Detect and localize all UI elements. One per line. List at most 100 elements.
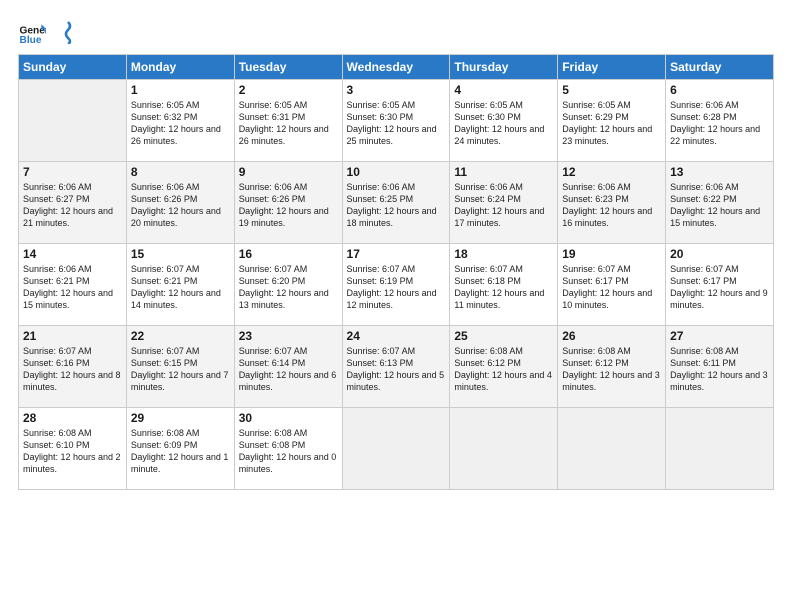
day-number: 3 <box>347 83 446 97</box>
day-cell: 18 Sunrise: 6:07 AMSunset: 6:18 PMDaylig… <box>450 244 558 326</box>
logo-wave-icon <box>54 20 72 44</box>
day-info: Sunrise: 6:07 AMSunset: 6:16 PMDaylight:… <box>23 345 122 394</box>
day-number: 16 <box>239 247 338 261</box>
day-cell <box>342 408 450 490</box>
day-number: 22 <box>131 329 230 343</box>
day-number: 28 <box>23 411 122 425</box>
day-info: Sunrise: 6:07 AMSunset: 6:21 PMDaylight:… <box>131 263 230 312</box>
day-cell <box>666 408 774 490</box>
day-cell: 4 Sunrise: 6:05 AMSunset: 6:30 PMDayligh… <box>450 80 558 162</box>
day-info: Sunrise: 6:05 AMSunset: 6:30 PMDaylight:… <box>347 99 446 148</box>
col-header-wednesday: Wednesday <box>342 55 450 80</box>
day-cell: 10 Sunrise: 6:06 AMSunset: 6:25 PMDaylig… <box>342 162 450 244</box>
day-cell <box>19 80 127 162</box>
day-number: 11 <box>454 165 553 179</box>
day-number: 30 <box>239 411 338 425</box>
logo-icon: General Blue <box>18 18 46 46</box>
day-info: Sunrise: 6:07 AMSunset: 6:15 PMDaylight:… <box>131 345 230 394</box>
header-row: SundayMondayTuesdayWednesdayThursdayFrid… <box>19 55 774 80</box>
day-info: Sunrise: 6:07 AMSunset: 6:14 PMDaylight:… <box>239 345 338 394</box>
day-info: Sunrise: 6:07 AMSunset: 6:20 PMDaylight:… <box>239 263 338 312</box>
day-info: Sunrise: 6:06 AMSunset: 6:25 PMDaylight:… <box>347 181 446 230</box>
day-number: 13 <box>670 165 769 179</box>
day-cell: 30 Sunrise: 6:08 AMSunset: 6:08 PMDaylig… <box>234 408 342 490</box>
day-number: 1 <box>131 83 230 97</box>
week-row-2: 7 Sunrise: 6:06 AMSunset: 6:27 PMDayligh… <box>19 162 774 244</box>
day-number: 15 <box>131 247 230 261</box>
day-number: 18 <box>454 247 553 261</box>
day-number: 14 <box>23 247 122 261</box>
day-cell <box>450 408 558 490</box>
day-number: 25 <box>454 329 553 343</box>
day-number: 23 <box>239 329 338 343</box>
day-cell: 24 Sunrise: 6:07 AMSunset: 6:13 PMDaylig… <box>342 326 450 408</box>
week-row-4: 21 Sunrise: 6:07 AMSunset: 6:16 PMDaylig… <box>19 326 774 408</box>
day-info: Sunrise: 6:06 AMSunset: 6:26 PMDaylight:… <box>131 181 230 230</box>
day-number: 9 <box>239 165 338 179</box>
week-row-5: 28 Sunrise: 6:08 AMSunset: 6:10 PMDaylig… <box>19 408 774 490</box>
day-info: Sunrise: 6:08 AMSunset: 6:08 PMDaylight:… <box>239 427 338 476</box>
day-cell <box>558 408 666 490</box>
day-number: 8 <box>131 165 230 179</box>
day-info: Sunrise: 6:06 AMSunset: 6:26 PMDaylight:… <box>239 181 338 230</box>
day-cell: 13 Sunrise: 6:06 AMSunset: 6:22 PMDaylig… <box>666 162 774 244</box>
day-cell: 6 Sunrise: 6:06 AMSunset: 6:28 PMDayligh… <box>666 80 774 162</box>
day-number: 5 <box>562 83 661 97</box>
week-row-1: 1 Sunrise: 6:05 AMSunset: 6:32 PMDayligh… <box>19 80 774 162</box>
day-info: Sunrise: 6:07 AMSunset: 6:17 PMDaylight:… <box>670 263 769 312</box>
day-number: 26 <box>562 329 661 343</box>
day-info: Sunrise: 6:08 AMSunset: 6:10 PMDaylight:… <box>23 427 122 476</box>
day-number: 12 <box>562 165 661 179</box>
day-info: Sunrise: 6:07 AMSunset: 6:18 PMDaylight:… <box>454 263 553 312</box>
day-cell: 28 Sunrise: 6:08 AMSunset: 6:10 PMDaylig… <box>19 408 127 490</box>
day-info: Sunrise: 6:06 AMSunset: 6:27 PMDaylight:… <box>23 181 122 230</box>
day-info: Sunrise: 6:07 AMSunset: 6:13 PMDaylight:… <box>347 345 446 394</box>
logo: General Blue <box>18 18 72 46</box>
day-info: Sunrise: 6:07 AMSunset: 6:19 PMDaylight:… <box>347 263 446 312</box>
day-info: Sunrise: 6:07 AMSunset: 6:17 PMDaylight:… <box>562 263 661 312</box>
day-cell: 29 Sunrise: 6:08 AMSunset: 6:09 PMDaylig… <box>126 408 234 490</box>
day-cell: 12 Sunrise: 6:06 AMSunset: 6:23 PMDaylig… <box>558 162 666 244</box>
day-cell: 26 Sunrise: 6:08 AMSunset: 6:12 PMDaylig… <box>558 326 666 408</box>
col-header-monday: Monday <box>126 55 234 80</box>
calendar-table: SundayMondayTuesdayWednesdayThursdayFrid… <box>18 54 774 490</box>
day-number: 19 <box>562 247 661 261</box>
day-info: Sunrise: 6:06 AMSunset: 6:21 PMDaylight:… <box>23 263 122 312</box>
day-info: Sunrise: 6:05 AMSunset: 6:29 PMDaylight:… <box>562 99 661 148</box>
day-number: 29 <box>131 411 230 425</box>
day-number: 17 <box>347 247 446 261</box>
day-cell: 11 Sunrise: 6:06 AMSunset: 6:24 PMDaylig… <box>450 162 558 244</box>
day-cell: 25 Sunrise: 6:08 AMSunset: 6:12 PMDaylig… <box>450 326 558 408</box>
day-number: 2 <box>239 83 338 97</box>
header: General Blue <box>18 18 774 46</box>
day-cell: 19 Sunrise: 6:07 AMSunset: 6:17 PMDaylig… <box>558 244 666 326</box>
day-cell: 27 Sunrise: 6:08 AMSunset: 6:11 PMDaylig… <box>666 326 774 408</box>
day-cell: 16 Sunrise: 6:07 AMSunset: 6:20 PMDaylig… <box>234 244 342 326</box>
day-number: 21 <box>23 329 122 343</box>
day-cell: 8 Sunrise: 6:06 AMSunset: 6:26 PMDayligh… <box>126 162 234 244</box>
day-number: 6 <box>670 83 769 97</box>
day-info: Sunrise: 6:08 AMSunset: 6:12 PMDaylight:… <box>562 345 661 394</box>
day-cell: 15 Sunrise: 6:07 AMSunset: 6:21 PMDaylig… <box>126 244 234 326</box>
day-number: 20 <box>670 247 769 261</box>
day-cell: 21 Sunrise: 6:07 AMSunset: 6:16 PMDaylig… <box>19 326 127 408</box>
day-cell: 3 Sunrise: 6:05 AMSunset: 6:30 PMDayligh… <box>342 80 450 162</box>
col-header-friday: Friday <box>558 55 666 80</box>
day-info: Sunrise: 6:05 AMSunset: 6:32 PMDaylight:… <box>131 99 230 148</box>
day-cell: 2 Sunrise: 6:05 AMSunset: 6:31 PMDayligh… <box>234 80 342 162</box>
day-number: 4 <box>454 83 553 97</box>
day-info: Sunrise: 6:06 AMSunset: 6:24 PMDaylight:… <box>454 181 553 230</box>
day-cell: 20 Sunrise: 6:07 AMSunset: 6:17 PMDaylig… <box>666 244 774 326</box>
day-cell: 23 Sunrise: 6:07 AMSunset: 6:14 PMDaylig… <box>234 326 342 408</box>
day-info: Sunrise: 6:08 AMSunset: 6:12 PMDaylight:… <box>454 345 553 394</box>
col-header-tuesday: Tuesday <box>234 55 342 80</box>
day-info: Sunrise: 6:06 AMSunset: 6:23 PMDaylight:… <box>562 181 661 230</box>
col-header-saturday: Saturday <box>666 55 774 80</box>
day-cell: 22 Sunrise: 6:07 AMSunset: 6:15 PMDaylig… <box>126 326 234 408</box>
week-row-3: 14 Sunrise: 6:06 AMSunset: 6:21 PMDaylig… <box>19 244 774 326</box>
day-info: Sunrise: 6:06 AMSunset: 6:28 PMDaylight:… <box>670 99 769 148</box>
day-cell: 5 Sunrise: 6:05 AMSunset: 6:29 PMDayligh… <box>558 80 666 162</box>
day-info: Sunrise: 6:08 AMSunset: 6:09 PMDaylight:… <box>131 427 230 476</box>
day-cell: 1 Sunrise: 6:05 AMSunset: 6:32 PMDayligh… <box>126 80 234 162</box>
day-info: Sunrise: 6:05 AMSunset: 6:31 PMDaylight:… <box>239 99 338 148</box>
